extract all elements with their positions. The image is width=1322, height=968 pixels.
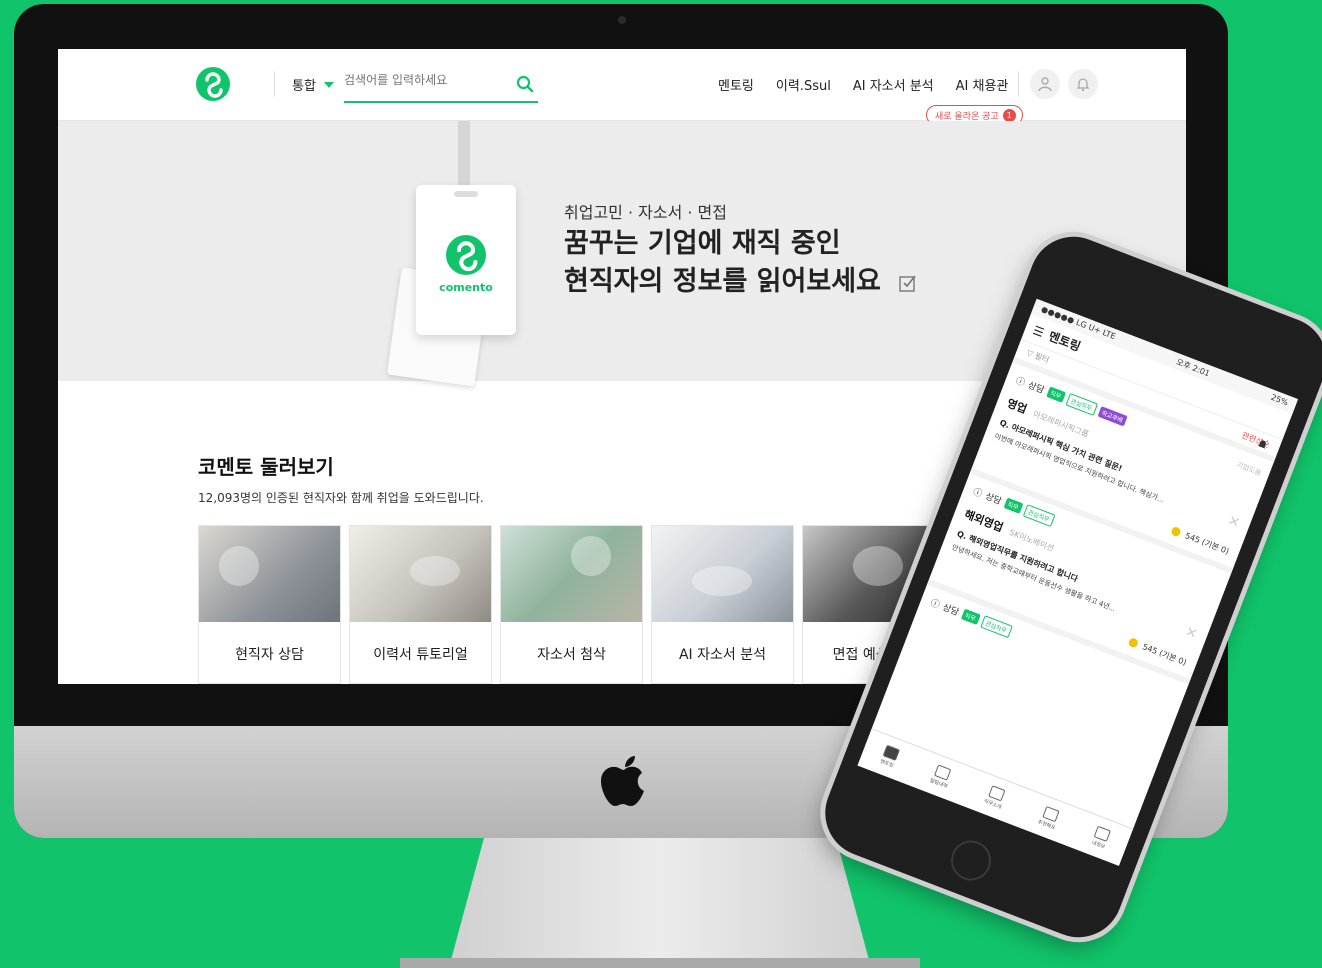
tag-interest: 관심직무 [1065, 392, 1098, 416]
points-value: 545 [1141, 642, 1159, 657]
bottom-tab-bar: 멘토링 알림내역 직무소개 추천해요 내정보 [857, 728, 1134, 866]
laptop-photo [652, 526, 793, 622]
points-value: 545 [1183, 531, 1202, 545]
tag-interest: 관심직무 [979, 615, 1013, 638]
search-scope-label: 통합 [292, 79, 316, 94]
service-card-label: 현직자 상담 [235, 646, 304, 663]
checkbox-icon [899, 275, 916, 292]
post-field-name: 해외영업 [962, 507, 1005, 535]
bell-icon[interactable] [1068, 69, 1098, 99]
header-divider [274, 71, 275, 97]
essay-photo [501, 526, 642, 622]
banner-subtitle: 취업고민 · 자소서 · 면접 [564, 203, 727, 222]
service-card-essay-review[interactable]: 자소서 첨삭 [500, 525, 643, 684]
coin-icon [1170, 525, 1182, 538]
tag-job: 직무 [960, 608, 981, 625]
new-post-label: 새로 올라온 공고 [935, 111, 999, 122]
service-card-mentor-consult[interactable]: 현직자 상담 [198, 525, 341, 684]
post-type: 상담 [983, 491, 1003, 508]
user-icon[interactable] [1030, 69, 1060, 99]
question-icon: ⓘ [1014, 376, 1027, 389]
imac-stand-base [400, 958, 920, 968]
search-box [344, 69, 538, 103]
menu-icon[interactable]: ☰ [1031, 323, 1046, 340]
service-cards: 현직자 상담 이력서 튜토리얼 자소서 첨삭 AI 자소서 분석 면접 예상질문 [198, 525, 945, 684]
new-post-count: 1 [1002, 108, 1016, 122]
nav-divider [1018, 71, 1019, 97]
service-card-label: 이력서 튜토리얼 [373, 646, 468, 663]
points-base: (기본 0) [1157, 648, 1188, 668]
lanyard-strap [458, 121, 470, 191]
tag-alumni: 학교후배 [1097, 406, 1128, 427]
filter-label: 필터 [1033, 350, 1051, 365]
post-type: 상담 [1026, 380, 1046, 397]
site-header: 통합 멘토링 이력.Ssul AI 자소서 분석 AI 채용관 [58, 49, 1186, 125]
banner-title: 꿈꾸는 기업에 재직 중인 현직자의 정보를 읽어보세요 [564, 225, 918, 301]
service-card-label: AI 자소서 분석 [678, 646, 766, 663]
search-scope-select[interactable]: 통합 [292, 75, 334, 94]
banner-title-line2-text: 현직자의 정보를 읽어보세요 [564, 266, 881, 297]
consult-photo [199, 526, 340, 622]
nav-ssul[interactable]: 이력.Ssul [776, 75, 831, 94]
tag-job: 직무 [1003, 497, 1024, 514]
main-nav: 멘토링 이력.Ssul AI 자소서 분석 AI 채용관 [718, 75, 1008, 94]
imac-stand [448, 838, 872, 968]
card-slot [454, 191, 478, 197]
nav-ai-recruit[interactable]: AI 채용관 [956, 75, 1009, 94]
coin-icon [1127, 636, 1140, 649]
post-field-name: 영업 [1005, 396, 1029, 417]
resume-photo [350, 526, 491, 622]
banner-title-line2: 현직자의 정보를 읽어보세요 [564, 263, 918, 301]
tab-my-info[interactable]: 내정보 [1091, 825, 1112, 851]
comento-card-logo-icon [446, 235, 486, 275]
service-card-resume-tutorial[interactable]: 이력서 튜토리얼 [349, 525, 492, 684]
comento-logo-icon[interactable] [196, 67, 230, 101]
section-subtitle: 12,093명의 인증된 현직자와 함께 취업을 도와드립니다. [198, 491, 484, 505]
tab-job-intro[interactable]: 직무소개 [983, 784, 1008, 811]
service-card-label: 자소서 첨삭 [537, 646, 606, 663]
tag-interest: 관심직무 [1022, 503, 1056, 527]
search-icon[interactable] [516, 75, 534, 93]
question-icon: ⓘ [928, 598, 941, 611]
service-card-ai-essay[interactable]: AI 자소서 분석 [651, 525, 794, 684]
home-button[interactable] [945, 834, 997, 887]
banner-title-line1: 꿈꾸는 기업에 재직 중인 [564, 228, 841, 259]
question-icon: ⓘ [971, 487, 984, 500]
section-title: 코멘토 둘러보기 [198, 455, 334, 479]
post-type: 상담 [940, 602, 961, 619]
id-card-image: comento [416, 185, 516, 335]
tab-recommend[interactable]: 추천해요 [1037, 805, 1062, 831]
card-brand-text: comento [439, 281, 493, 294]
tag-job: 직무 [1045, 386, 1066, 403]
nav-ai-essay[interactable]: AI 자소서 분석 [853, 75, 934, 94]
tab-mentoring[interactable]: 멘토링 [879, 744, 900, 770]
nav-mentoring[interactable]: 멘토링 [718, 75, 754, 94]
camera-dot [618, 16, 626, 24]
points-base: (기본 0) [1200, 537, 1231, 557]
caret-down-icon [323, 81, 334, 88]
tab-notifications[interactable]: 알림내역 [929, 764, 954, 790]
search-input[interactable] [344, 73, 504, 87]
apple-logo-icon [601, 756, 644, 806]
